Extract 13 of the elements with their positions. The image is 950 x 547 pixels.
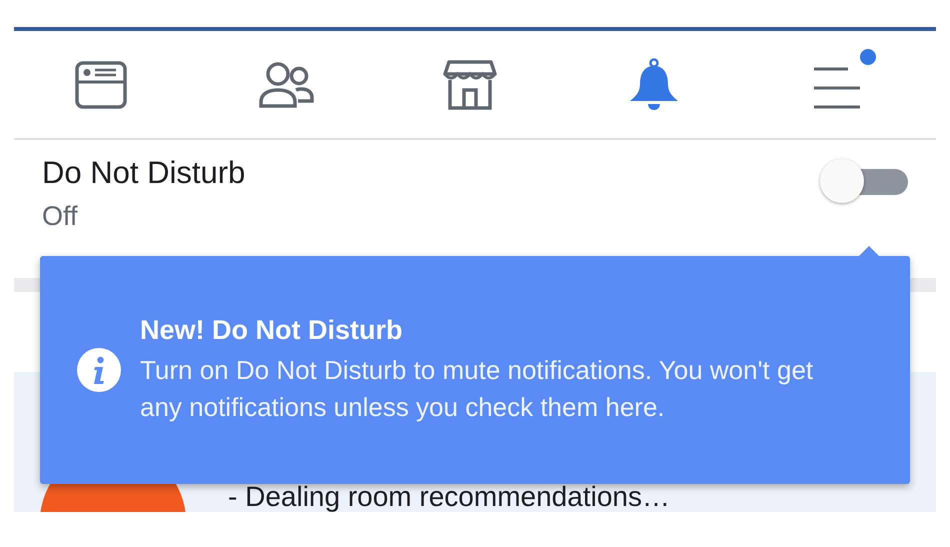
notification-dot — [860, 48, 876, 64]
bell-icon — [628, 58, 680, 112]
nav-tab[interactable] — [812, 48, 876, 110]
info-icon — [76, 347, 122, 393]
setting-status: Off — [42, 200, 79, 232]
friends-icon — [258, 60, 314, 108]
tooltip-title: New! Do Not Disturb — [140, 314, 404, 346]
toggle-switch[interactable] — [820, 158, 908, 202]
storefront-icon — [443, 58, 498, 110]
notification-text: - Dealing room recommendations… — [228, 482, 670, 512]
setting-title: Do Not Disturb — [42, 154, 246, 190]
news-feed-icon — [74, 60, 128, 110]
tooltip-text: Turn on Do Not Disturb to mute notifications. You won't get any notifications unless you check them here. — [140, 354, 814, 424]
